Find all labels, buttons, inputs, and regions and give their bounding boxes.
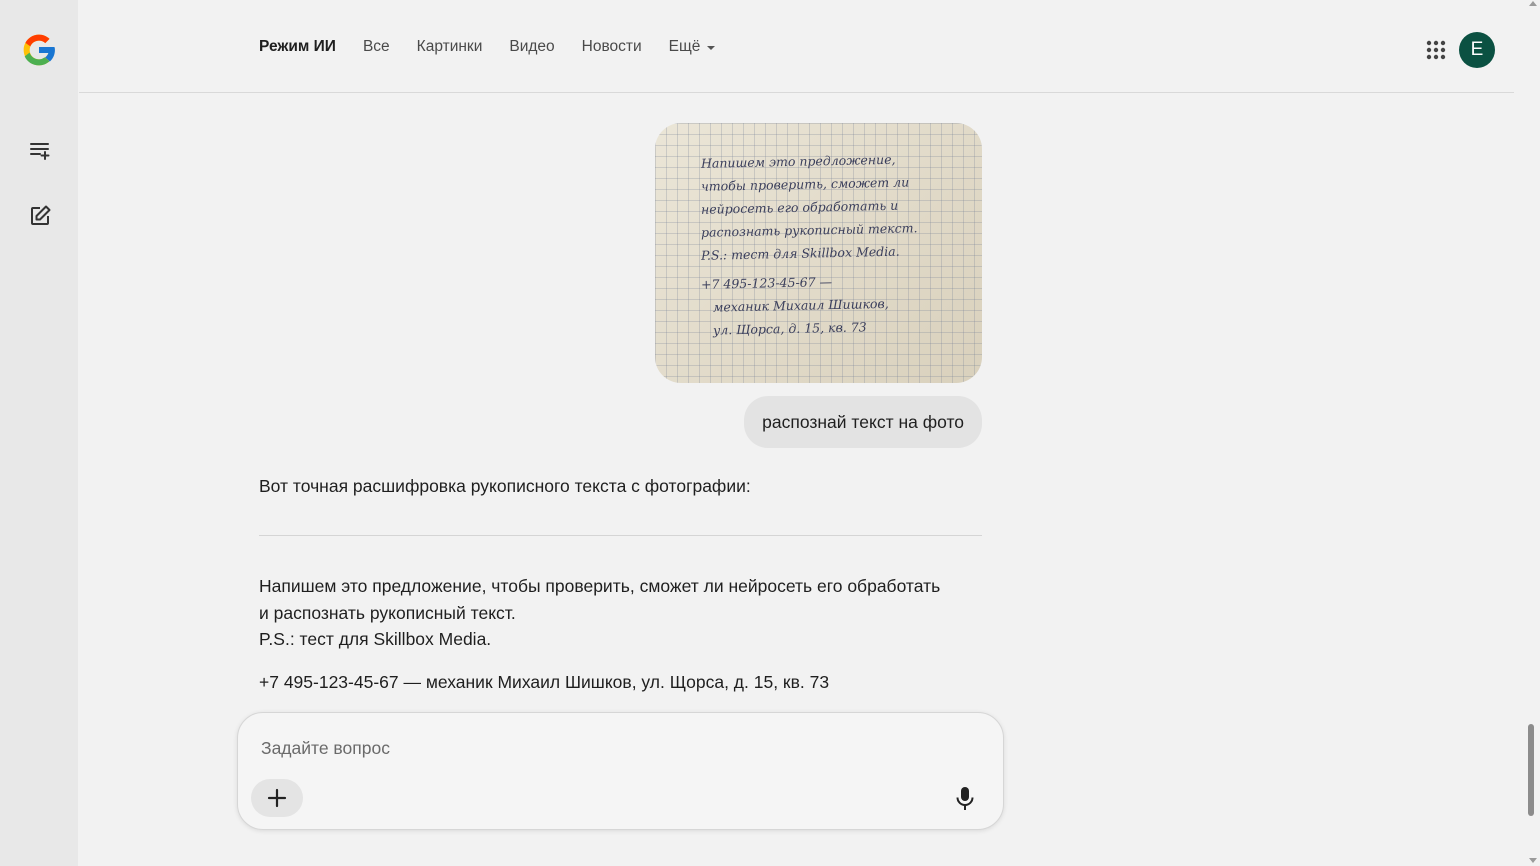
tab-more-label: Ещё (668, 38, 701, 55)
handwritten-line: P.S.: тест для Skillbox Media. (700, 243, 900, 263)
search-tabs: Режим ИИ Все Картинки Видео Новости Ещё (259, 38, 742, 56)
handwritten-note: Напишем это предложение, чтобы проверить… (701, 149, 971, 339)
transcript-line: P.S.: тест для Skillbox Media. (259, 629, 492, 649)
scroll-up-arrow-icon[interactable] (1529, 1, 1537, 6)
tab-images[interactable]: Картинки (417, 38, 483, 56)
tab-videos[interactable]: Видео (509, 38, 554, 56)
plus-icon (267, 788, 287, 808)
microphone-button[interactable] (953, 785, 977, 813)
transcript-line: и распознать рукописный текст. (259, 602, 516, 623)
google-logo[interactable] (19, 30, 59, 70)
response-intro: Вот точная расшифровка рукописного текст… (259, 476, 751, 496)
user-message-bubble: распознай текст на фото (744, 396, 982, 448)
response-contact-line: +7 495-123-45-67 — механик Михаил Шишков… (259, 672, 830, 692)
caret-down-icon (707, 46, 716, 50)
response-transcript: Напишем это предложение, чтобы проверить… (259, 573, 983, 653)
apps-grid-icon[interactable] (1424, 38, 1448, 62)
uploaded-photo[interactable]: Напишем это предложение, чтобы проверить… (655, 123, 982, 383)
left-rail (0, 0, 78, 866)
scroll-thumb[interactable] (1528, 724, 1534, 816)
scrollbar[interactable] (1526, 0, 1540, 866)
scroll-down-arrow-icon[interactable] (1529, 858, 1537, 863)
ask-input-box (237, 712, 1004, 830)
divider (259, 535, 982, 536)
add-attachment-button[interactable] (251, 779, 303, 817)
microphone-icon (956, 787, 974, 810)
ask-input[interactable] (259, 733, 963, 763)
tab-more[interactable]: Ещё (669, 38, 716, 56)
avatar[interactable]: E (1459, 32, 1495, 68)
transcript-line: Напишем это предложение, чтобы проверить… (259, 576, 941, 596)
handwritten-line: ул. Щорса, д. 15, кв. 73 (712, 319, 867, 338)
tab-ai-mode[interactable]: Режим ИИ (259, 38, 336, 56)
tab-news[interactable]: Новости (582, 38, 642, 56)
header: Режим ИИ Все Картинки Видео Новости Ещё … (79, 0, 1514, 93)
tab-all[interactable]: Все (363, 38, 390, 56)
new-chat-icon[interactable] (24, 200, 56, 232)
history-icon[interactable] (24, 134, 56, 166)
